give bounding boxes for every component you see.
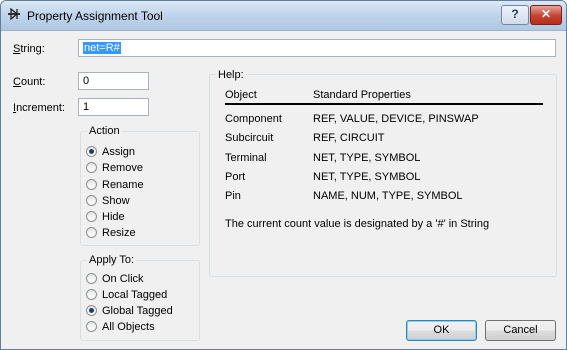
radio-on-click[interactable]: On Click xyxy=(86,271,144,286)
title-bar[interactable]: Property Assignment Tool ? ✕ xyxy=(1,1,566,31)
radio-remove[interactable]: Remove xyxy=(86,160,143,175)
radio-label: Hide xyxy=(102,210,125,223)
increment-input[interactable]: 1 xyxy=(78,98,149,116)
help-header-properties: Standard Properties xyxy=(313,89,411,101)
radio-label: Assign xyxy=(102,145,136,158)
radio-button[interactable] xyxy=(86,195,97,206)
dialog-body: String: net=R# Count: 0 Increment: 1 Act… xyxy=(1,31,566,349)
radio-button[interactable] xyxy=(86,179,97,190)
help-header-object: Object xyxy=(225,89,257,101)
increment-label: Increment: xyxy=(13,102,65,114)
radio-button[interactable] xyxy=(86,305,97,316)
radio-all-objects[interactable]: All Objects xyxy=(86,319,155,334)
radio-hide[interactable]: Hide xyxy=(86,209,125,224)
help-note: The current count value is designated by… xyxy=(225,218,490,230)
help-object-pin: Pin xyxy=(225,190,241,202)
radio-button[interactable] xyxy=(86,162,97,173)
help-panel: Help: Object Standard Properties Compone… xyxy=(209,69,557,277)
help-object-terminal: Terminal xyxy=(225,152,267,164)
radio-button[interactable] xyxy=(86,289,97,300)
help-props-port: NET, TYPE, SYMBOL xyxy=(313,171,421,183)
radio-button[interactable] xyxy=(86,146,97,157)
radio-rename[interactable]: Rename xyxy=(86,177,144,192)
radio-label: Remove xyxy=(102,161,143,174)
cancel-button[interactable]: Cancel xyxy=(485,320,556,341)
radio-label: Global Tagged xyxy=(102,304,173,317)
radio-button[interactable] xyxy=(86,227,97,238)
radio-button[interactable] xyxy=(86,211,97,222)
radio-assign[interactable]: Assign xyxy=(86,144,135,159)
string-label-rest: tring: xyxy=(20,43,45,55)
help-header-divider xyxy=(225,103,543,105)
action-group: Action Assign Remove Rename Show Hide Re… xyxy=(80,125,200,246)
action-group-title: Action xyxy=(87,125,122,137)
apply-to-group-title: Apply To: xyxy=(87,254,137,266)
radio-label: On Click xyxy=(102,272,144,285)
radio-label: Resize xyxy=(102,226,136,239)
string-value: net=R# xyxy=(83,42,121,54)
radio-label: Local Tagged xyxy=(102,288,168,301)
property-assignment-window: Property Assignment Tool ? ✕ String: net… xyxy=(0,0,567,350)
count-label-mnemonic: C xyxy=(13,76,21,88)
help-props-terminal: NET, TYPE, SYMBOL xyxy=(313,152,421,164)
help-object-port: Port xyxy=(225,171,246,183)
window-title: Property Assignment Tool xyxy=(27,9,163,23)
help-props-subcircuit: REF, CIRCUIT xyxy=(313,132,385,144)
ok-button[interactable]: OK xyxy=(406,320,477,341)
help-title: Help: xyxy=(216,69,246,81)
radio-local-tagged[interactable]: Local Tagged xyxy=(86,287,167,302)
radio-global-tagged[interactable]: Global Tagged xyxy=(86,303,173,318)
string-label: String: xyxy=(13,43,45,55)
count-label-rest: ount: xyxy=(20,76,46,88)
count-input[interactable]: 0 xyxy=(78,72,149,90)
apply-to-group: Apply To: On Click Local Tagged Global T… xyxy=(80,254,200,341)
increment-label-rest: ncrement: xyxy=(16,102,65,114)
radio-show[interactable]: Show xyxy=(86,193,130,208)
radio-button[interactable] xyxy=(86,321,97,332)
radio-resize[interactable]: Resize xyxy=(86,225,136,240)
help-props-pin: NAME, NUM, TYPE, SYMBOL xyxy=(313,190,463,202)
string-input[interactable]: net=R# xyxy=(78,39,556,57)
radio-label: All Objects xyxy=(102,320,155,333)
help-object-component: Component xyxy=(225,113,282,125)
count-label: Count: xyxy=(13,76,45,88)
radio-label: Show xyxy=(102,194,130,207)
help-props-component: REF, VALUE, DEVICE, PINSWAP xyxy=(313,113,479,125)
radio-button[interactable] xyxy=(86,273,97,284)
close-button[interactable]: ✕ xyxy=(530,5,562,25)
radio-label: Rename xyxy=(102,178,144,191)
app-icon xyxy=(8,7,20,21)
help-object-subcircuit: Subcircuit xyxy=(225,132,274,144)
help-button[interactable]: ? xyxy=(501,5,529,25)
